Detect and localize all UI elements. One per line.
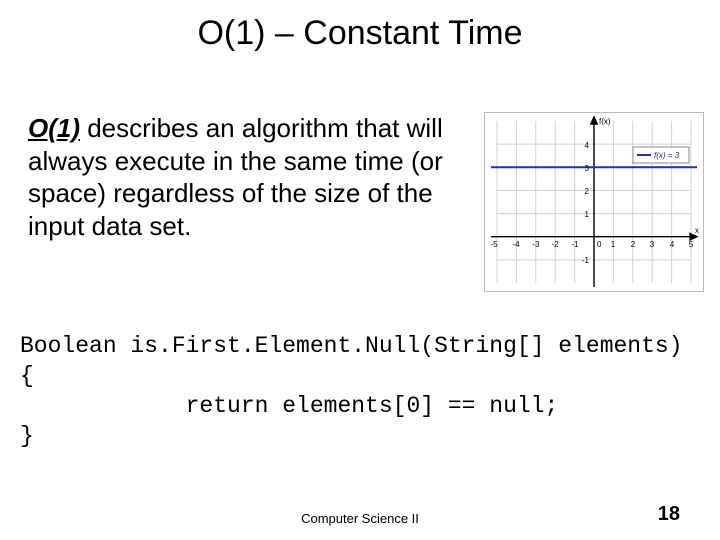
chart-tick-labels: f(x) x -5 -4 -3 -2 -1 0 1 2 3 4 5 -1 1	[490, 117, 699, 265]
constant-function-chart: f(x) x -5 -4 -3 -2 -1 0 1 2 3 4 5 -1 1	[484, 112, 704, 292]
svg-text:1: 1	[585, 210, 590, 219]
slide: O(1) – Constant Time O(1) describes an a…	[0, 0, 720, 540]
chart-svg: f(x) x -5 -4 -3 -2 -1 0 1 2 3 4 5 -1 1	[485, 113, 703, 291]
code-block: Boolean is.First.Element.Null(String[] e…	[20, 332, 708, 452]
code-line-4: }	[20, 423, 34, 449]
description-lead: O(1)	[28, 113, 80, 143]
description: O(1) describes an algorithm that will al…	[28, 112, 470, 242]
svg-text:2: 2	[585, 187, 590, 196]
svg-text:-1: -1	[571, 240, 579, 249]
svg-text:1: 1	[611, 240, 616, 249]
body-row: O(1) describes an algorithm that will al…	[28, 112, 704, 292]
svg-text:0: 0	[597, 240, 602, 249]
svg-text:-3: -3	[532, 240, 540, 249]
xlabel: x	[695, 226, 699, 235]
chart-legend: f(x) = 3	[633, 147, 689, 163]
svg-text:-4: -4	[512, 240, 520, 249]
page-number: 18	[658, 503, 680, 526]
footer-course: Computer Science II	[0, 511, 720, 526]
code-line-1: Boolean is.First.Element.Null(String[] e…	[20, 333, 683, 359]
chart-axes	[491, 117, 697, 287]
legend-label: f(x) = 3	[654, 151, 680, 160]
ylabel: f(x)	[599, 117, 611, 126]
code-line-2: {	[20, 363, 34, 389]
svg-text:5: 5	[689, 240, 694, 249]
svg-text:4: 4	[585, 141, 590, 150]
page-title: O(1) – Constant Time	[0, 14, 720, 53]
svg-text:-2: -2	[551, 240, 559, 249]
svg-text:3: 3	[650, 240, 655, 249]
svg-text:-5: -5	[490, 240, 498, 249]
svg-text:4: 4	[670, 240, 675, 249]
code-line-3: return elements[0] == null;	[20, 393, 558, 419]
description-rest: describes an algorithm that will always …	[28, 113, 443, 241]
svg-text:-1: -1	[582, 256, 590, 265]
svg-text:3: 3	[585, 164, 590, 173]
svg-text:2: 2	[631, 240, 636, 249]
